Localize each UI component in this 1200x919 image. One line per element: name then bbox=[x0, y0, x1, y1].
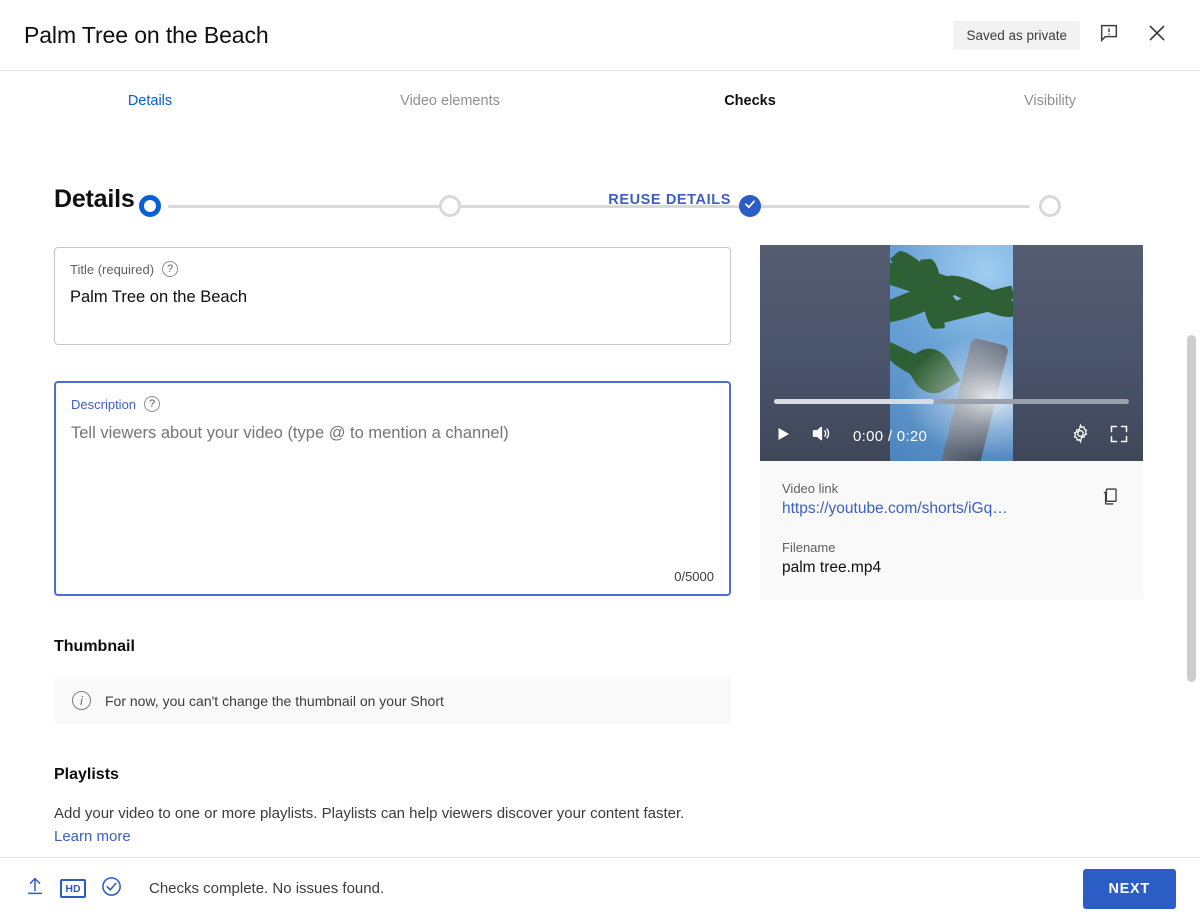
description-field[interactable]: Description ? Tell viewers about your vi… bbox=[54, 381, 731, 596]
play-button[interactable] bbox=[774, 425, 792, 448]
content-scrollbar[interactable] bbox=[1187, 335, 1196, 682]
details-section-title: Details bbox=[54, 185, 135, 214]
description-input[interactable]: Tell viewers about your video (type @ to… bbox=[71, 424, 714, 443]
upload-details-dialog: Palm Tree on the Beach Saved as private bbox=[0, 0, 1200, 919]
player-progress-bar[interactable] bbox=[774, 399, 1129, 404]
page-title: Palm Tree on the Beach bbox=[24, 22, 269, 49]
step-dot-checks[interactable] bbox=[739, 195, 761, 217]
video-preview-panel: 0:00 / 0:20 bbox=[760, 245, 1143, 599]
playlists-description-text: Add your video to one or more playlists.… bbox=[54, 805, 684, 822]
video-player[interactable]: 0:00 / 0:20 bbox=[760, 245, 1143, 461]
stepper-labels: Details Video elements Checks Visibility bbox=[0, 93, 1200, 109]
video-meta-panel: Video link https://youtube.com/shorts/iG… bbox=[760, 461, 1143, 599]
description-field-label-row: Description ? bbox=[71, 396, 714, 412]
playlists-description: Add your video to one or more playlists.… bbox=[54, 802, 714, 849]
check-icon bbox=[743, 197, 757, 216]
thumbnail-notice: i For now, you can't change the thumbnai… bbox=[54, 677, 731, 724]
footer-status-icons: HD bbox=[24, 875, 123, 903]
play-icon bbox=[774, 425, 792, 448]
step-label-visibility[interactable]: Visibility bbox=[900, 93, 1200, 109]
dialog-body: Details REUSE DETAILS Title (required) ?… bbox=[0, 163, 1200, 857]
playlists-section-title: Playlists bbox=[54, 766, 1154, 784]
copy-link-button[interactable] bbox=[1093, 483, 1125, 515]
description-char-counter: 0/5000 bbox=[674, 569, 714, 584]
video-link[interactable]: https://youtube.com/shorts/iGq… bbox=[782, 500, 1072, 518]
player-controls: 0:00 / 0:20 bbox=[760, 411, 1143, 461]
title-field-label: Title (required) bbox=[70, 262, 154, 277]
description-field-label: Description bbox=[71, 397, 136, 412]
filename-value: palm tree.mp4 bbox=[782, 559, 1121, 577]
fullscreen-icon bbox=[1109, 424, 1129, 449]
settings-button[interactable] bbox=[1070, 423, 1091, 449]
header-actions: Saved as private bbox=[953, 16, 1176, 54]
volume-button[interactable] bbox=[810, 423, 831, 449]
title-field[interactable]: Title (required) ? Palm Tree on the Beac… bbox=[54, 247, 731, 345]
step-label-video-elements[interactable]: Video elements bbox=[300, 93, 600, 109]
feedback-button[interactable] bbox=[1090, 16, 1128, 54]
upload-icon bbox=[24, 875, 46, 902]
help-icon[interactable]: ? bbox=[162, 261, 178, 277]
title-field-label-row: Title (required) ? bbox=[70, 261, 715, 277]
check-circle-icon bbox=[100, 875, 123, 903]
thumbnail-section-title: Thumbnail bbox=[54, 638, 1154, 656]
status-badge: Saved as private bbox=[953, 21, 1080, 50]
copy-icon bbox=[1099, 486, 1120, 512]
fullscreen-button[interactable] bbox=[1109, 424, 1129, 449]
filename-label: Filename bbox=[782, 540, 1121, 555]
close-icon bbox=[1145, 21, 1169, 50]
step-dot-details[interactable] bbox=[139, 195, 161, 217]
feedback-icon bbox=[1098, 22, 1120, 49]
player-progress-fill bbox=[774, 399, 934, 404]
step-dot-visibility[interactable] bbox=[1039, 195, 1061, 217]
help-icon[interactable]: ? bbox=[144, 396, 160, 412]
footer-status-text: Checks complete. No issues found. bbox=[149, 880, 384, 897]
player-time: 0:00 / 0:20 bbox=[853, 428, 927, 445]
gear-icon bbox=[1070, 423, 1091, 449]
info-icon: i bbox=[72, 691, 91, 710]
title-input[interactable]: Palm Tree on the Beach bbox=[70, 288, 715, 307]
step-dot-video-elements[interactable] bbox=[439, 195, 461, 217]
learn-more-link[interactable]: Learn more bbox=[54, 828, 131, 845]
upload-stepper: Details Video elements Checks Visibility bbox=[0, 71, 1200, 163]
next-button[interactable]: NEXT bbox=[1083, 869, 1176, 909]
thumbnail-notice-text: For now, you can't change the thumbnail … bbox=[105, 693, 444, 709]
hd-badge: HD bbox=[60, 879, 86, 898]
close-button[interactable] bbox=[1138, 16, 1176, 54]
reuse-details-button[interactable]: REUSE DETAILS bbox=[608, 192, 731, 208]
step-label-checks[interactable]: Checks bbox=[600, 93, 900, 109]
dialog-header: Palm Tree on the Beach Saved as private bbox=[0, 0, 1200, 71]
meta-spacer bbox=[782, 518, 1121, 540]
video-link-label: Video link bbox=[782, 481, 1121, 496]
dialog-footer: HD Checks complete. No issues found. NEX… bbox=[0, 857, 1200, 919]
volume-icon bbox=[810, 423, 831, 449]
step-label-details[interactable]: Details bbox=[0, 93, 300, 109]
